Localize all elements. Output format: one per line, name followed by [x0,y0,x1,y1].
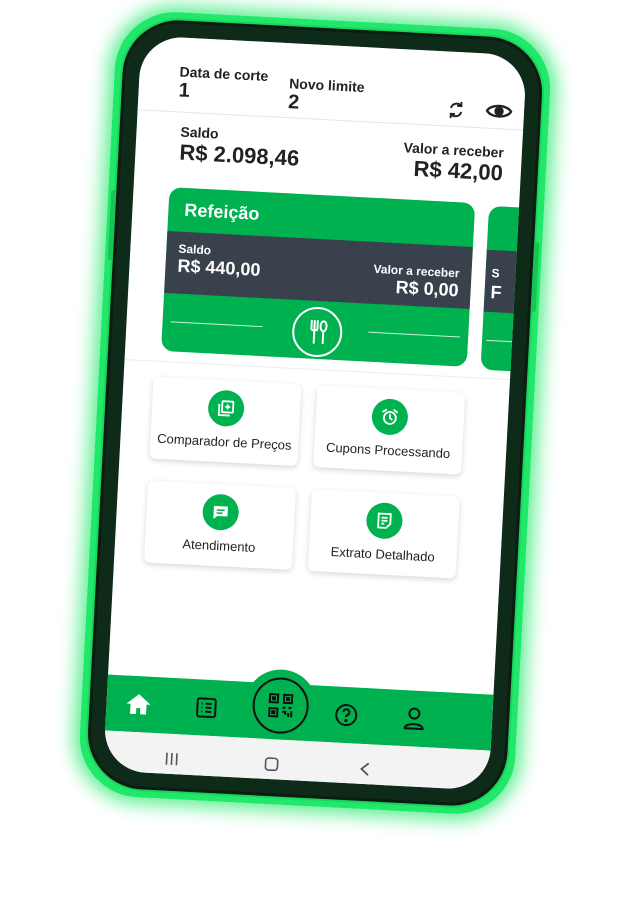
chat-icon [201,493,240,532]
card-balance-band: Saldo R$ 440,00 Valor a receber R$ 0,00 [164,231,473,309]
limit-value: 2 [287,91,300,114]
card-receivable-value: R$ 0,00 [395,277,460,301]
recent-apps-icon[interactable] [159,747,184,770]
card-divider-right [368,331,461,338]
card-divider-left [170,321,263,328]
alarm-clock-icon [370,398,409,436]
document-icon [365,501,404,540]
help-icon[interactable] [332,700,361,729]
back-icon[interactable] [353,758,378,781]
next-card-balance-value: F [490,282,503,303]
receivable-value: R$ 42,00 [412,155,504,186]
list-icon[interactable] [192,693,221,722]
user-icon[interactable] [399,704,428,733]
new-limit: Novo limite 2 [288,75,365,117]
refresh-icon[interactable] [443,97,468,122]
eye-icon[interactable] [483,97,514,125]
next-card-peek[interactable]: S F [480,205,527,372]
tile-label: Comparador de Preços [156,430,292,453]
tile-label: Cupons Processando [325,439,451,462]
tile-label: Extrato Detalhado [330,544,436,565]
card-title: Refeição [183,199,260,224]
home-circle-icon[interactable] [259,753,284,776]
phone-mockup: Data de corte 1 Novo limite 2 Saldo R$ 2… [76,9,554,817]
detailed-statement-button[interactable]: Extrato Detalhado [307,488,460,579]
support-button[interactable]: Atendimento [143,480,297,570]
meal-card[interactable]: Refeição Saldo R$ 440,00 Valor a receber… [161,187,476,367]
balance-value: R$ 2.098,46 [178,139,300,171]
copy-plus-icon [207,389,246,428]
tile-label: Atendimento [182,536,256,556]
phone-frame: Data de corte 1 Novo limite 2 Saldo R$ 2… [85,17,545,809]
cutoff-date: Data de corte 1 [178,63,269,106]
fork-spoon-icon [290,305,344,359]
price-comparator-button[interactable]: Comparador de Preços [149,376,302,467]
processing-coupons-button[interactable]: Cupons Processando [313,385,466,475]
card-balance-value: R$ 440,00 [177,255,262,280]
next-card-balance-label: S [491,266,500,281]
home-icon[interactable] [124,689,153,718]
app-screen: Data de corte 1 Novo limite 2 Saldo R$ 2… [103,35,527,791]
